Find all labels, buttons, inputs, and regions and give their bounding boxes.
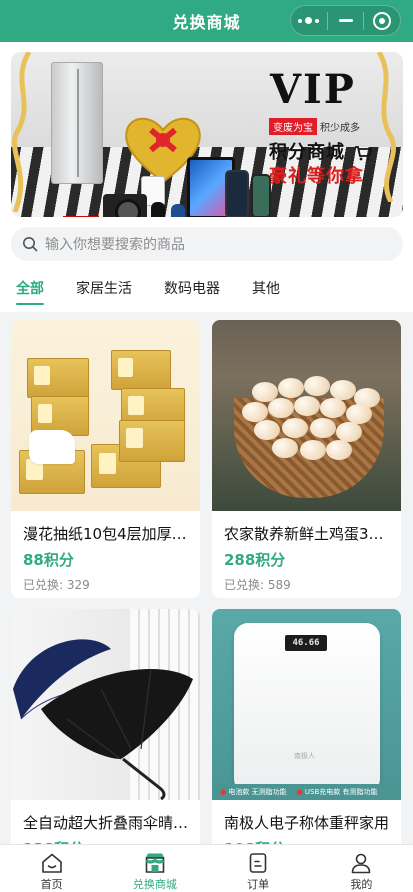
tab-other[interactable]: 其他 bbox=[252, 272, 280, 306]
tissue-sheet bbox=[29, 430, 75, 464]
scale-feature-2: USB充电款 有测脂功能 bbox=[304, 788, 378, 796]
product-image-tissue bbox=[11, 320, 200, 511]
banner-tag-red: 变废为宝 bbox=[269, 118, 317, 135]
tabbar-label: 我的 bbox=[350, 878, 373, 891]
banner-line-gift: 豪礼等你拿 bbox=[269, 166, 364, 187]
phone-image bbox=[251, 174, 271, 217]
tabbar-item-home[interactable]: 首页 bbox=[0, 845, 103, 892]
banner-vip-text: VIP bbox=[270, 66, 356, 113]
page: 兑换商城 VIP 变废为宝 积少成多 积分商城 豪礼等你拿 输入你想要搜索的商品… bbox=[0, 0, 413, 892]
banner-line-mall: 积分商城 bbox=[269, 138, 373, 164]
tab-home-living[interactable]: 家居生活 bbox=[76, 272, 132, 306]
product-points: 88积分 bbox=[23, 551, 74, 569]
product-name: 全自动超大折叠雨伞晴雨两用 bbox=[23, 814, 189, 832]
smartwatch-image bbox=[151, 202, 165, 217]
product-exchanged-count: 已兑换: 589 bbox=[224, 578, 291, 592]
user-icon bbox=[352, 853, 371, 874]
product-name: 农家散养新鲜土鸡蛋30枚 bbox=[224, 525, 390, 543]
camera-image bbox=[103, 194, 147, 217]
tabbar-label: 兑换商城 bbox=[132, 878, 177, 891]
scale-feature-1: 电池款 无测脂功能 bbox=[228, 788, 287, 796]
scale-feature-strip: ● 电池款 无测脂功能 ● USB充电款 有测脂功能 bbox=[212, 784, 401, 800]
scale-brand: 南极人 bbox=[294, 752, 315, 760]
umbrella-icon bbox=[13, 639, 193, 800]
ribbon-decoration-icon bbox=[11, 52, 32, 212]
scale-display: 46.66 bbox=[285, 635, 327, 651]
ribbon-decoration-icon bbox=[376, 52, 396, 202]
search-icon bbox=[23, 237, 38, 252]
search-input[interactable]: 输入你想要搜索的商品 bbox=[11, 227, 403, 261]
order-icon bbox=[249, 853, 267, 873]
product-image-eggs bbox=[212, 320, 401, 511]
product-card[interactable]: 漫花抽纸10包4层加厚大包纸巾 88积分 已兑换: 329 bbox=[11, 320, 200, 598]
gift-box-image bbox=[63, 216, 99, 217]
category-tabs: 全部 家居生活 数码电器 其他 bbox=[0, 272, 413, 310]
shop-icon bbox=[145, 853, 165, 873]
promo-banner[interactable]: VIP 变废为宝 积少成多 积分商城 豪礼等你拿 bbox=[11, 52, 403, 217]
tab-all[interactable]: 全部 bbox=[16, 272, 44, 306]
tabbar-item-orders[interactable]: 订单 bbox=[207, 845, 310, 892]
minimize-button[interactable] bbox=[328, 6, 364, 35]
close-target-icon bbox=[373, 11, 392, 30]
close-button[interactable] bbox=[364, 6, 400, 35]
search-placeholder: 输入你想要搜索的商品 bbox=[45, 237, 185, 253]
cart-icon bbox=[355, 146, 373, 161]
product-image-scale: 46.66 南极人 ● 电池款 无测脂功能 ● USB充电款 有测脂功能 bbox=[212, 609, 401, 800]
product-name: 漫花抽纸10包4层加厚大包纸巾 bbox=[23, 525, 189, 543]
banner-tagline: 变废为宝 积少成多 bbox=[269, 118, 360, 135]
phone-image bbox=[225, 170, 249, 217]
page-title: 兑换商城 bbox=[172, 13, 241, 32]
tabbar-label: 首页 bbox=[40, 878, 63, 891]
fridge-image bbox=[51, 62, 103, 184]
product-points: 288积分 bbox=[224, 551, 286, 569]
tab-digital-appliances[interactable]: 数码电器 bbox=[164, 272, 220, 306]
product-exchanged-count: 已兑换: 329 bbox=[23, 578, 90, 592]
mini-program-capsule bbox=[290, 5, 401, 36]
smartwatch-image bbox=[171, 204, 185, 217]
bottom-tab-bar: 首页 兑换商城 订单 我的 bbox=[0, 844, 413, 892]
more-button[interactable] bbox=[291, 6, 327, 35]
scale-body: 46.66 南极人 bbox=[234, 623, 380, 793]
tabbar-label: 订单 bbox=[247, 878, 270, 891]
tabbar-item-shop[interactable]: 兑换商城 bbox=[103, 845, 206, 892]
product-name: 南极人电子称体重秤家用 bbox=[224, 814, 390, 832]
product-card[interactable]: 农家散养新鲜土鸡蛋30枚 288积分 已兑换: 589 bbox=[212, 320, 401, 598]
product-image-umbrella bbox=[11, 609, 200, 800]
nav-bar: 兑换商城 bbox=[0, 0, 413, 42]
more-dots-icon bbox=[298, 17, 320, 24]
banner-tag-dark: 积少成多 bbox=[320, 123, 360, 134]
home-icon bbox=[41, 853, 62, 873]
tabbar-item-me[interactable]: 我的 bbox=[310, 845, 413, 892]
minus-icon bbox=[338, 19, 353, 22]
